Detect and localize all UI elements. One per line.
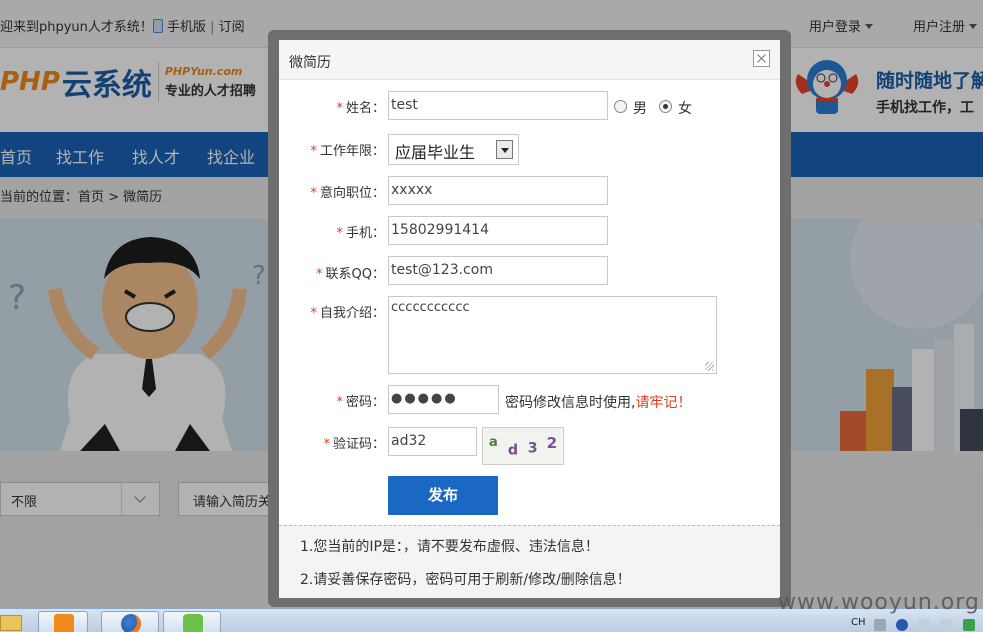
watermark: www.wooyun.org xyxy=(778,590,980,615)
folder-icon[interactable] xyxy=(0,615,22,631)
intro-textarea[interactable]: ccccccccccc xyxy=(388,296,717,374)
gender-female-radio[interactable] xyxy=(659,100,672,113)
taskbar-firefox[interactable] xyxy=(101,611,159,632)
intro-label: * 自我介绍： xyxy=(310,306,385,321)
experience-value: 应届毕业生 xyxy=(395,143,476,162)
close-icon[interactable] xyxy=(753,50,770,67)
intro-text: ccccccccccc xyxy=(391,300,470,315)
captcha-char: 3 xyxy=(528,441,538,457)
captcha-image[interactable]: a d 3 2 xyxy=(482,427,564,465)
experience-label: * 工作年限： xyxy=(310,144,385,159)
captcha-char: 2 xyxy=(547,434,558,452)
micro-resume-dialog: 微简历 * 姓名： test 男 女 * 工作年限： 应届毕业生 * 意向职位： xx… xyxy=(279,40,780,598)
name-label: * 姓名： xyxy=(336,101,385,116)
tray-network-icon[interactable] xyxy=(940,619,952,631)
phone-input[interactable]: 15802991414 xyxy=(388,216,608,245)
language-indicator[interactable]: CH xyxy=(851,617,866,628)
publish-button[interactable]: 发布 xyxy=(388,476,498,515)
resize-grip-icon[interactable] xyxy=(705,362,714,371)
taskbar-media-player[interactable] xyxy=(38,611,88,632)
app-icon xyxy=(183,614,203,632)
qq-label: * 联系QQ： xyxy=(316,267,385,282)
captcha-input[interactable]: ad32 xyxy=(388,427,477,456)
captcha-char: d xyxy=(508,443,518,459)
position-label: * 意向职位： xyxy=(310,186,385,201)
notice-line: 1.您当前的IP是：，请不要发布虚假、违法信息！ xyxy=(300,539,599,555)
password-warning: 请牢记！ xyxy=(635,395,692,411)
captcha-label: * 验证码： xyxy=(323,437,385,452)
dialog-header: 微简历 xyxy=(279,40,780,80)
taskbar-app[interactable] xyxy=(163,611,221,632)
gender-male-label: 男 xyxy=(633,101,647,117)
media-player-icon xyxy=(54,614,74,632)
password-label: * 密码： xyxy=(336,395,385,410)
tray-settings-icon[interactable] xyxy=(918,619,930,631)
password-input[interactable]: ●●●●● xyxy=(388,385,499,414)
tray-app-icon[interactable] xyxy=(963,619,975,631)
keyboard-icon[interactable] xyxy=(874,619,886,631)
help-icon[interactable] xyxy=(896,619,908,631)
position-input[interactable]: xxxxx xyxy=(388,176,608,205)
phone-label: * 手机： xyxy=(336,226,385,241)
gender-male-radio[interactable] xyxy=(614,100,627,113)
password-hint: 密码修改信息时使用,请牢记！ xyxy=(505,392,691,412)
firefox-icon xyxy=(121,614,141,632)
notice-line: 2.请妥善保存密码，密码可用于刷新/修改/删除信息！ xyxy=(300,572,631,588)
password-hint-text: 密码修改信息时使用, xyxy=(505,395,636,411)
experience-select[interactable]: 应届毕业生 xyxy=(388,134,519,165)
notice-box: 1.您当前的IP是：，请不要发布虚假、违法信息！ 2.请妥善保存密码，密码可用于… xyxy=(279,525,780,598)
gender-female-label: 女 xyxy=(678,101,692,117)
dialog-title: 微简历 xyxy=(289,55,331,71)
name-input[interactable]: test xyxy=(388,91,608,120)
captcha-char: a xyxy=(489,435,498,450)
dropdown-arrow-icon xyxy=(496,140,513,159)
qq-input[interactable]: test@123.com xyxy=(388,256,608,285)
